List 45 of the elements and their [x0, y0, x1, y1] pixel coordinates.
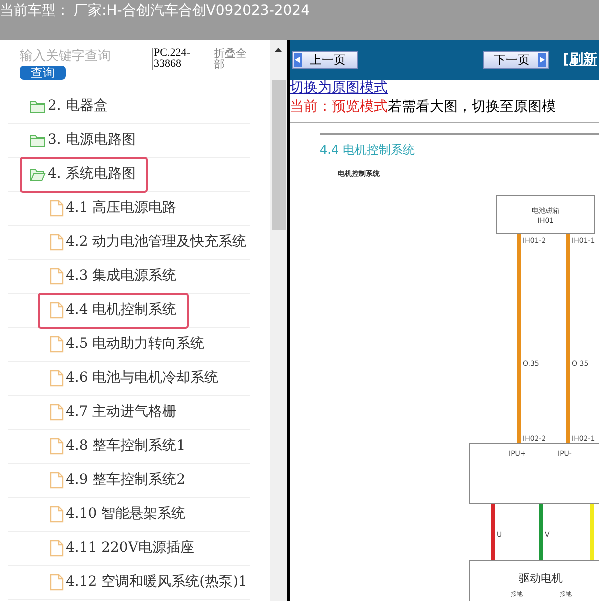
section-heading: 4.4 电机控制系统	[320, 143, 416, 157]
document-icon	[50, 574, 64, 591]
tree-item[interactable]: 4.6 电池与电机冷却系统	[38, 360, 231, 396]
tree-item[interactable]: 4.2 动力电池管理及快充系统	[38, 224, 259, 260]
tree-item[interactable]: 2. 电器盒	[20, 88, 120, 124]
document-icon	[50, 540, 64, 557]
car-model-label: 当前车型：	[0, 2, 70, 21]
collapse-all-link[interactable]: 折叠全部	[214, 48, 254, 70]
refresh-link[interactable]: [刷新	[563, 50, 598, 70]
folder-icon	[30, 134, 46, 148]
tree-item[interactable]: 4.3 集成电源系统	[38, 258, 189, 294]
document-icon	[50, 472, 64, 489]
switch-mode-link[interactable]: 切换为原图模式	[290, 80, 388, 96]
scrollbar[interactable]	[270, 40, 287, 601]
tree-item[interactable]: 4.7 主动进气格栅	[38, 394, 189, 430]
tree-item[interactable]: 3. 电源电路图	[20, 122, 148, 158]
document-icon	[50, 302, 64, 319]
previous-page-button[interactable]: 上一页	[292, 51, 358, 69]
tree-item[interactable]: 4.1 高压电源电路	[38, 190, 189, 226]
folder-icon	[30, 100, 46, 114]
code-text: PC.224-33868	[152, 48, 208, 70]
document-icon	[50, 234, 64, 251]
scroll-up-icon[interactable]	[275, 48, 282, 52]
car-model-value: 厂家:H-合创汽车合创V092023-2024	[74, 2, 310, 21]
document-icon	[50, 336, 64, 353]
document-icon	[50, 404, 64, 421]
tree-item[interactable]: 4.9 整车控制系统2	[38, 462, 198, 498]
tree-item[interactable]: 4.10 智能悬架系统	[38, 496, 198, 532]
mode-notice: 当前：预览模式若需看大图，切换至原图模	[290, 98, 557, 117]
scroll-thumb[interactable]	[272, 80, 286, 230]
next-page-button[interactable]: 下一页	[483, 51, 549, 69]
tree-item[interactable]: 4.11 220V电源插座	[38, 530, 206, 566]
tree-item[interactable]: 4.12 空调和暖风系统(热泵)1	[38, 564, 260, 600]
document-icon	[50, 200, 64, 217]
search-button[interactable]: 查询	[20, 66, 66, 80]
tree-item[interactable]: 4.8 整车控制系统1	[38, 428, 198, 464]
document-icon	[50, 268, 64, 285]
document-icon	[50, 370, 64, 387]
tree-item[interactable]: 4.5 电动助力转向系统	[38, 326, 217, 362]
tree-item[interactable]: 4.4 电机控制系统	[38, 292, 189, 328]
open-folder-icon	[30, 168, 46, 182]
tree-item[interactable]: 4. 系统电路图	[20, 156, 148, 192]
search-field[interactable]: 输入关键字查询	[20, 48, 146, 66]
document-icon	[50, 506, 64, 523]
document-icon	[50, 438, 64, 455]
